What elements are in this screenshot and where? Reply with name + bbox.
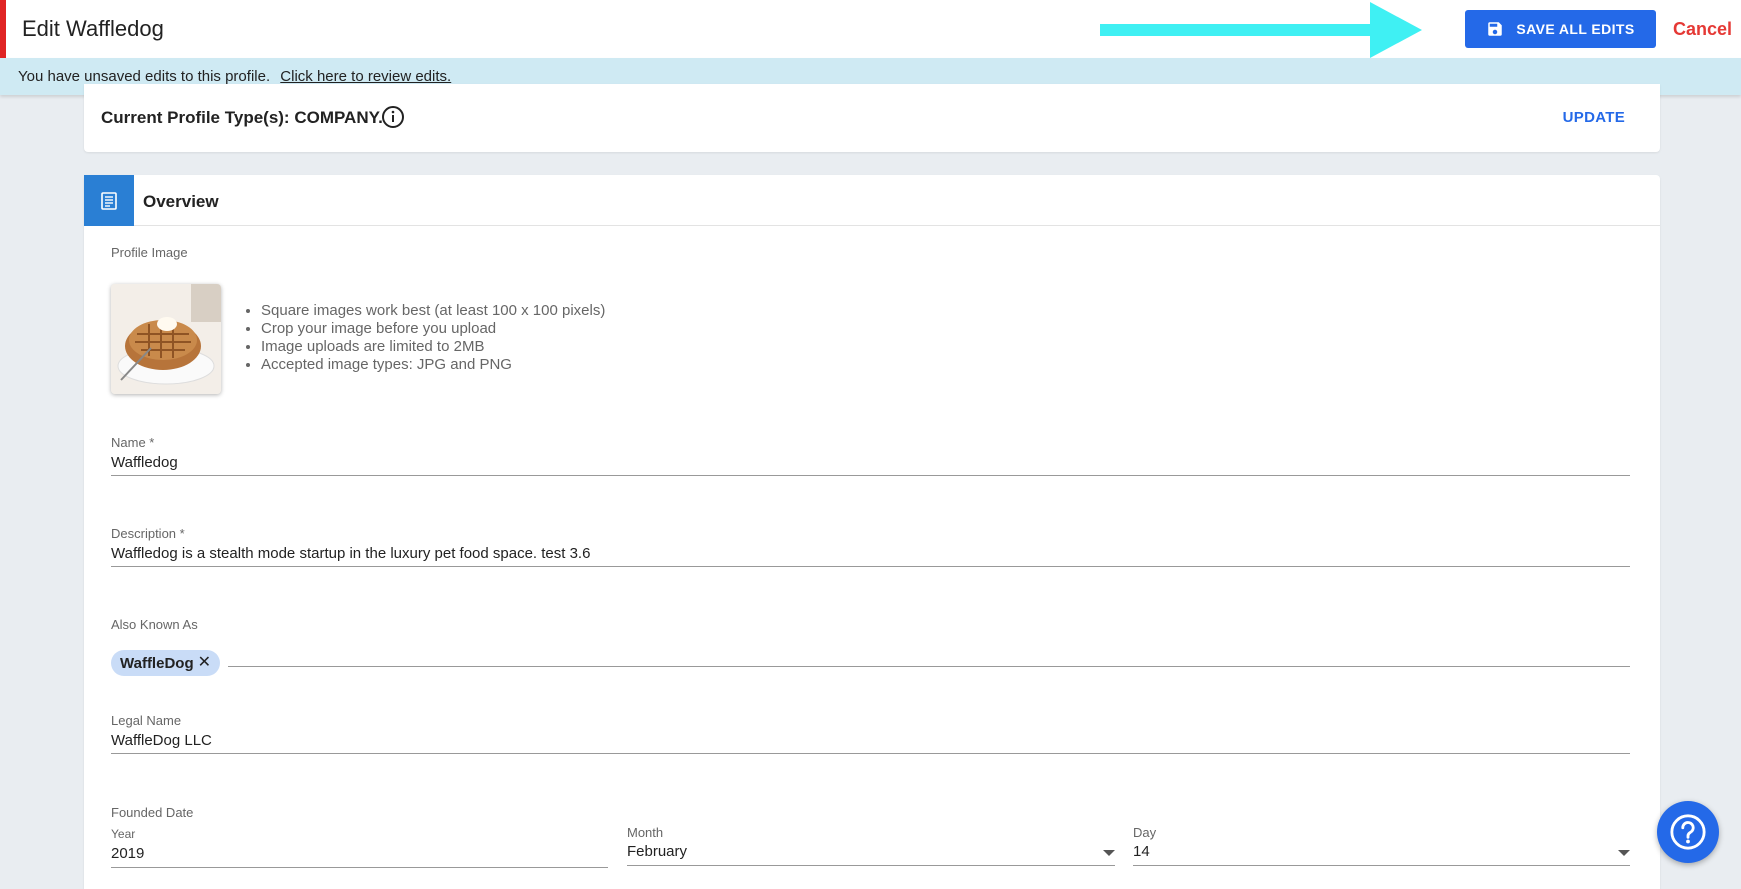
remove-chip-icon[interactable]: ✕	[198, 655, 211, 671]
unsaved-edits-message: You have unsaved edits to this profile.	[18, 68, 271, 85]
profile-type-card: Current Profile Type(s): COMPANY. UPDATE	[84, 84, 1660, 152]
month-select[interactable]: February	[627, 843, 1115, 866]
cancel-link[interactable]: Cancel	[1673, 19, 1732, 40]
name-label: Name *	[111, 435, 155, 450]
page-title: Edit Waffledog	[22, 16, 164, 41]
day-select[interactable]: 14	[1133, 843, 1630, 866]
month-value: February	[627, 843, 688, 860]
document-icon	[101, 191, 117, 210]
legal-name-label: Legal Name	[111, 713, 182, 728]
image-tips-list: Square images work best (at least 100 x …	[261, 302, 605, 374]
save-all-edits-label: SAVE ALL EDITS	[1516, 21, 1635, 37]
day-label: Day	[1133, 825, 1157, 840]
image-tip: Image uploads are limited to 2MB	[261, 338, 605, 356]
floppy-disk-icon	[1488, 22, 1503, 36]
update-profile-type-link[interactable]: UPDATE	[1563, 109, 1625, 126]
review-edits-link[interactable]: Click here to review edits.	[280, 68, 451, 85]
year-label: Year	[111, 827, 136, 841]
top-header: Edit Waffledog SAVE ALL EDITS Cancel	[0, 0, 1741, 58]
aka-chip: WaffleDog ✕	[111, 650, 221, 676]
year-field[interactable]: 2019	[111, 845, 608, 868]
description-value: Waffledog is a stealth mode startup in t…	[111, 545, 591, 562]
overview-icon-box	[84, 175, 134, 226]
save-all-edits-button[interactable]: SAVE ALL EDITS	[1465, 10, 1656, 48]
aka-chip-label: WaffleDog	[120, 654, 194, 672]
aka-input[interactable]	[228, 666, 1630, 667]
question-mark-icon	[1670, 814, 1706, 850]
month-label: Month	[627, 825, 664, 840]
name-value: Waffledog	[111, 454, 178, 471]
arrow-right-icon	[1100, 2, 1422, 58]
profile-image-label: Profile Image	[111, 245, 188, 260]
name-field[interactable]: Waffledog	[111, 454, 1630, 476]
overview-header: Overview	[84, 175, 1660, 226]
legal-name-field[interactable]: WaffleDog LLC	[111, 732, 1630, 754]
image-tip: Square images work best (at least 100 x …	[261, 302, 605, 320]
info-circle-icon[interactable]	[381, 105, 405, 129]
image-tip: Accepted image types: JPG and PNG	[261, 356, 605, 374]
legal-name-value: WaffleDog LLC	[111, 732, 212, 749]
image-tip: Crop your image before you upload	[261, 320, 605, 338]
help-button[interactable]	[1657, 801, 1719, 863]
overview-card: Overview Profile Image Square images wor…	[84, 175, 1660, 889]
dropdown-caret-icon	[1618, 850, 1630, 856]
profile-type-text: Current Profile Type(s): COMPANY.	[101, 108, 383, 127]
description-field[interactable]: Waffledog is a stealth mode startup in t…	[111, 545, 1630, 567]
founded-date-label: Founded Date	[111, 805, 194, 820]
description-label: Description *	[111, 526, 185, 541]
overview-title: Overview	[143, 192, 219, 211]
profile-image[interactable]	[111, 284, 221, 394]
day-value: 14	[1133, 843, 1150, 860]
year-value: 2019	[111, 845, 145, 862]
dropdown-caret-icon	[1103, 850, 1115, 856]
waffle-image	[111, 284, 221, 394]
aka-label: Also Known As	[111, 617, 198, 632]
